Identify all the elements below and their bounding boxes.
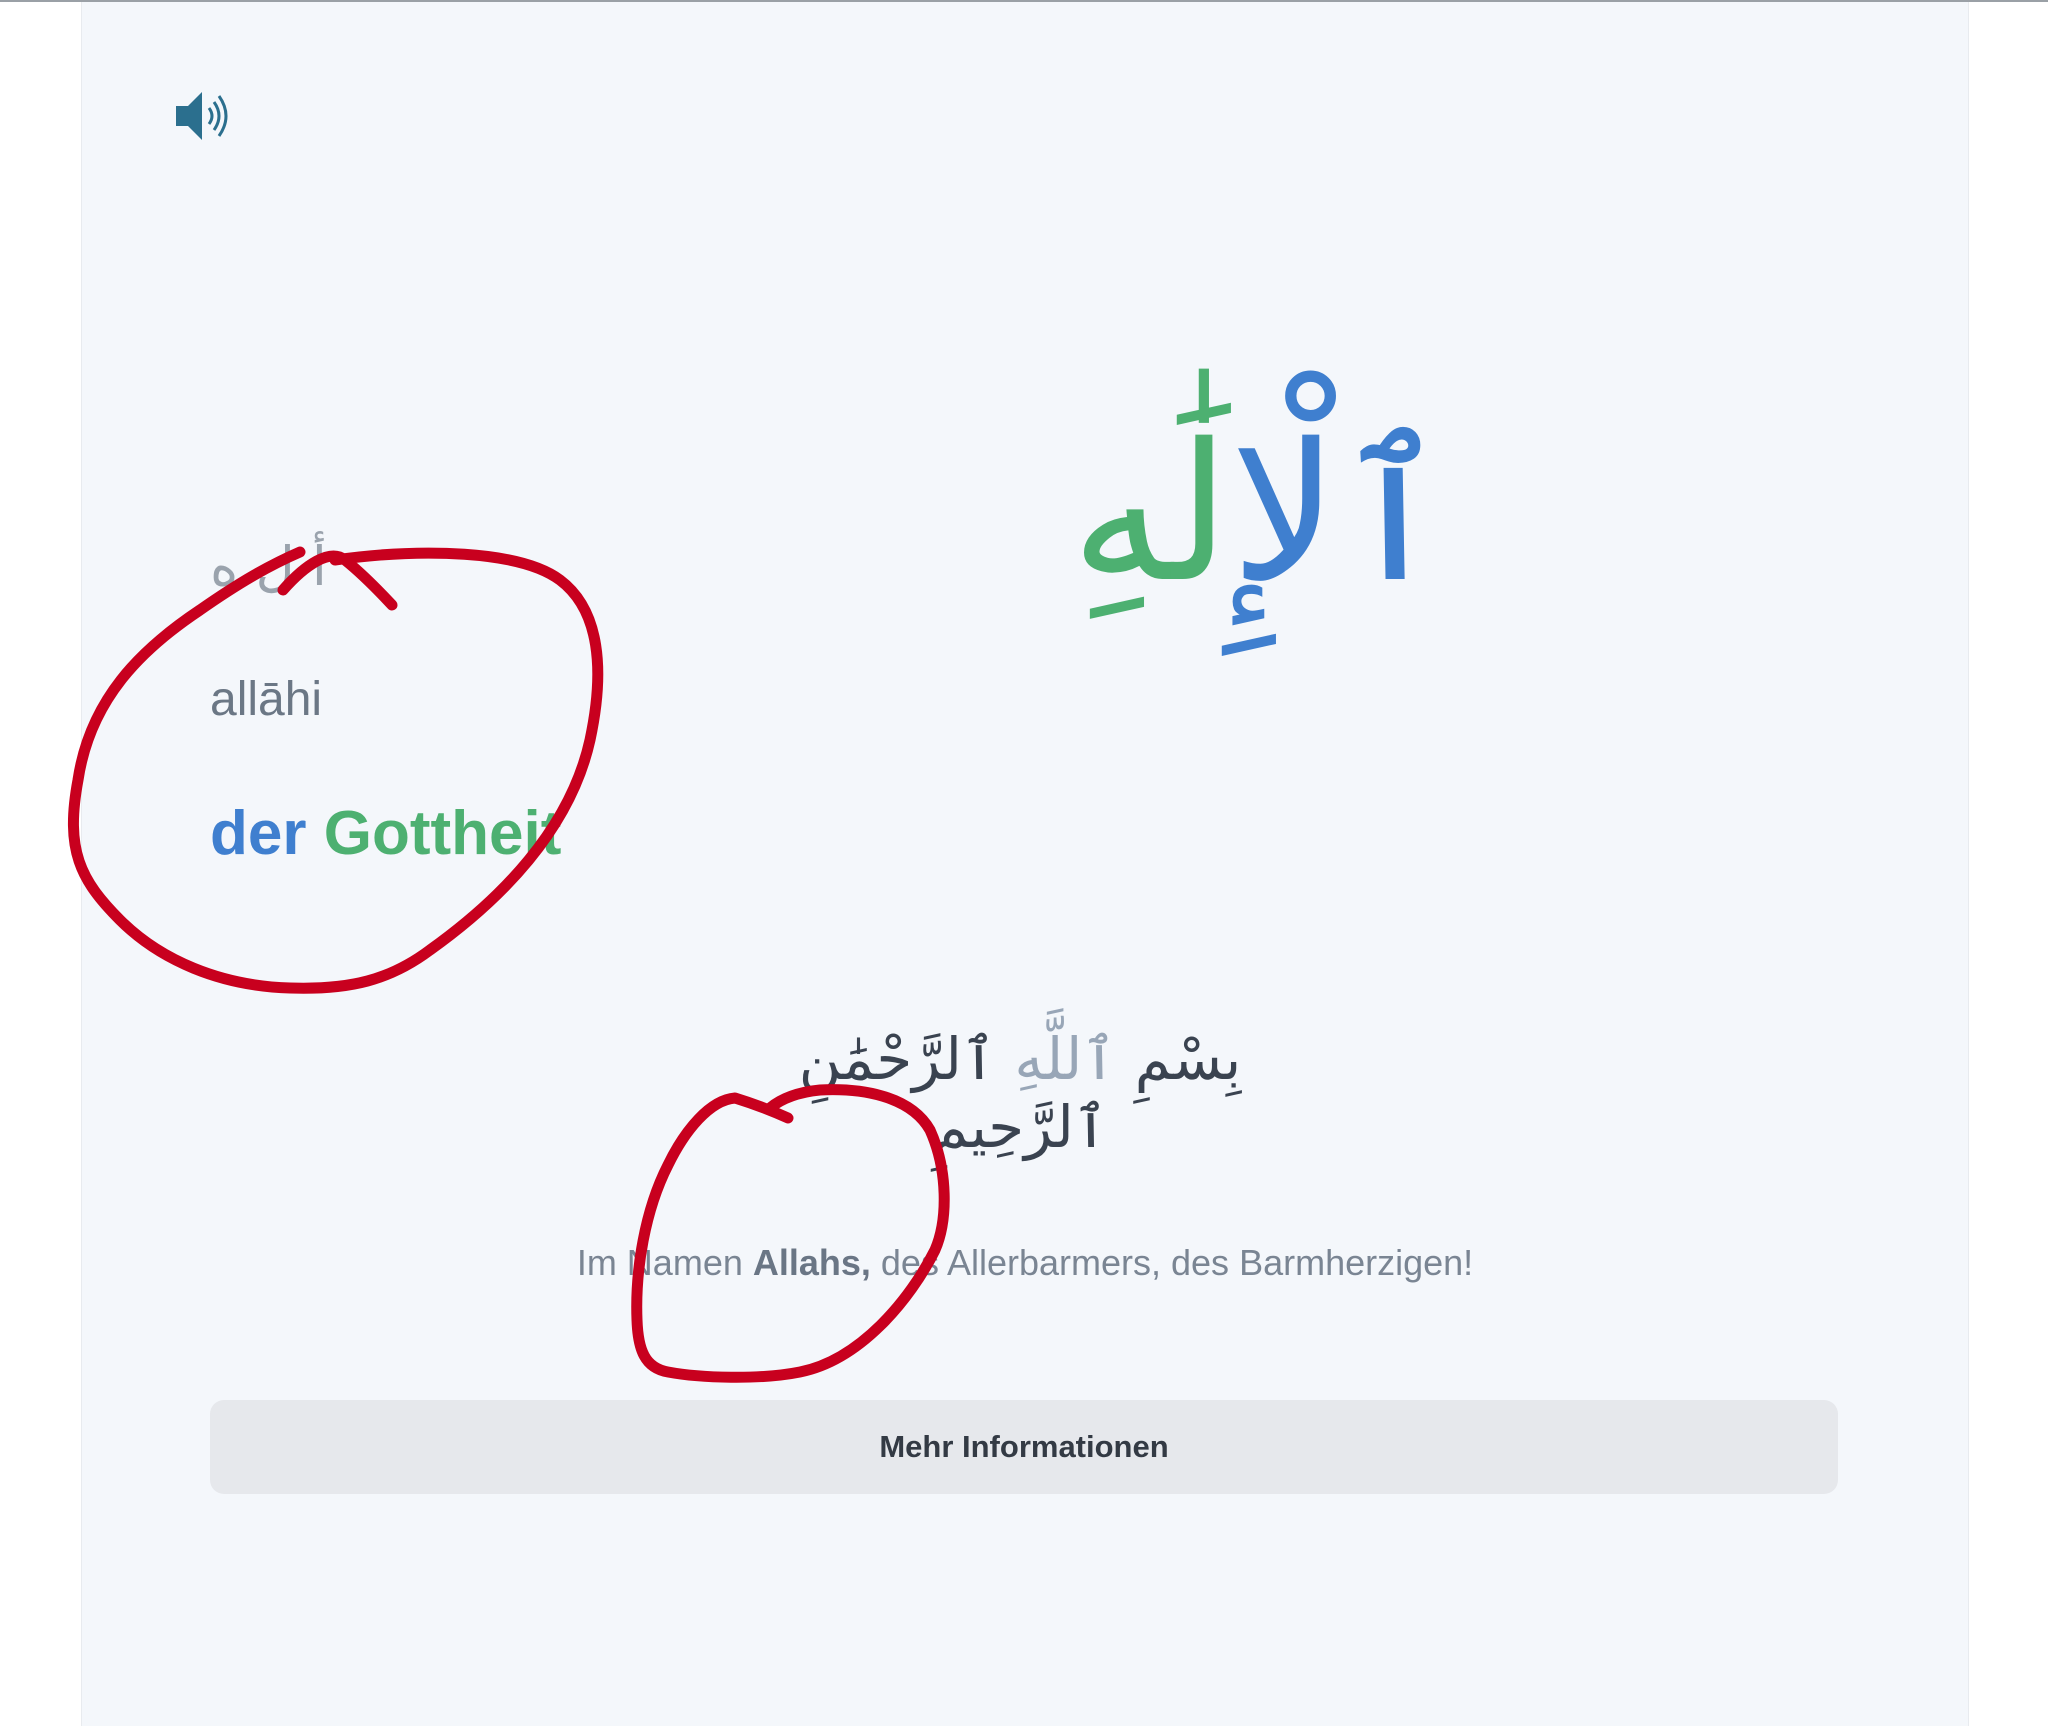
verse-arabic-before: بِسْمِ <box>1116 1025 1242 1093</box>
translation-highlight: Allahs, <box>752 1242 871 1283</box>
arabic-word-stem: إِلَٰهِ <box>1070 403 1231 624</box>
transliteration: allāhi <box>210 673 323 726</box>
german-article: der <box>210 799 307 868</box>
verse-arabic-highlight: ٱللَّهِ <box>1014 1025 1117 1093</box>
more-info-button[interactable]: Mehr Informationen <box>210 1400 1838 1494</box>
translation-before: Im Namen <box>576 1242 753 1283</box>
german-translation: der Gottheit <box>210 798 561 869</box>
translation-after: des Allerbarmers, des Barmherzigen! <box>870 1242 1474 1283</box>
german-noun: Gottheit <box>323 799 562 868</box>
verse-translation: Im Namen Allahs, des Allerbarmers, des B… <box>210 1242 1840 1284</box>
arabic-word-article: ٱلْ <box>1230 403 1450 624</box>
root-letters: أ ل ه <box>210 535 327 598</box>
speaker-icon[interactable] <box>172 86 236 146</box>
verse-arabic: بِسْمِ ٱللَّهِ ٱلرَّحْمَٰنِ ٱلرَّحِيمِ <box>760 1025 1280 1161</box>
arabic-word: ٱلْإِلَٰهِ <box>1071 400 1450 628</box>
